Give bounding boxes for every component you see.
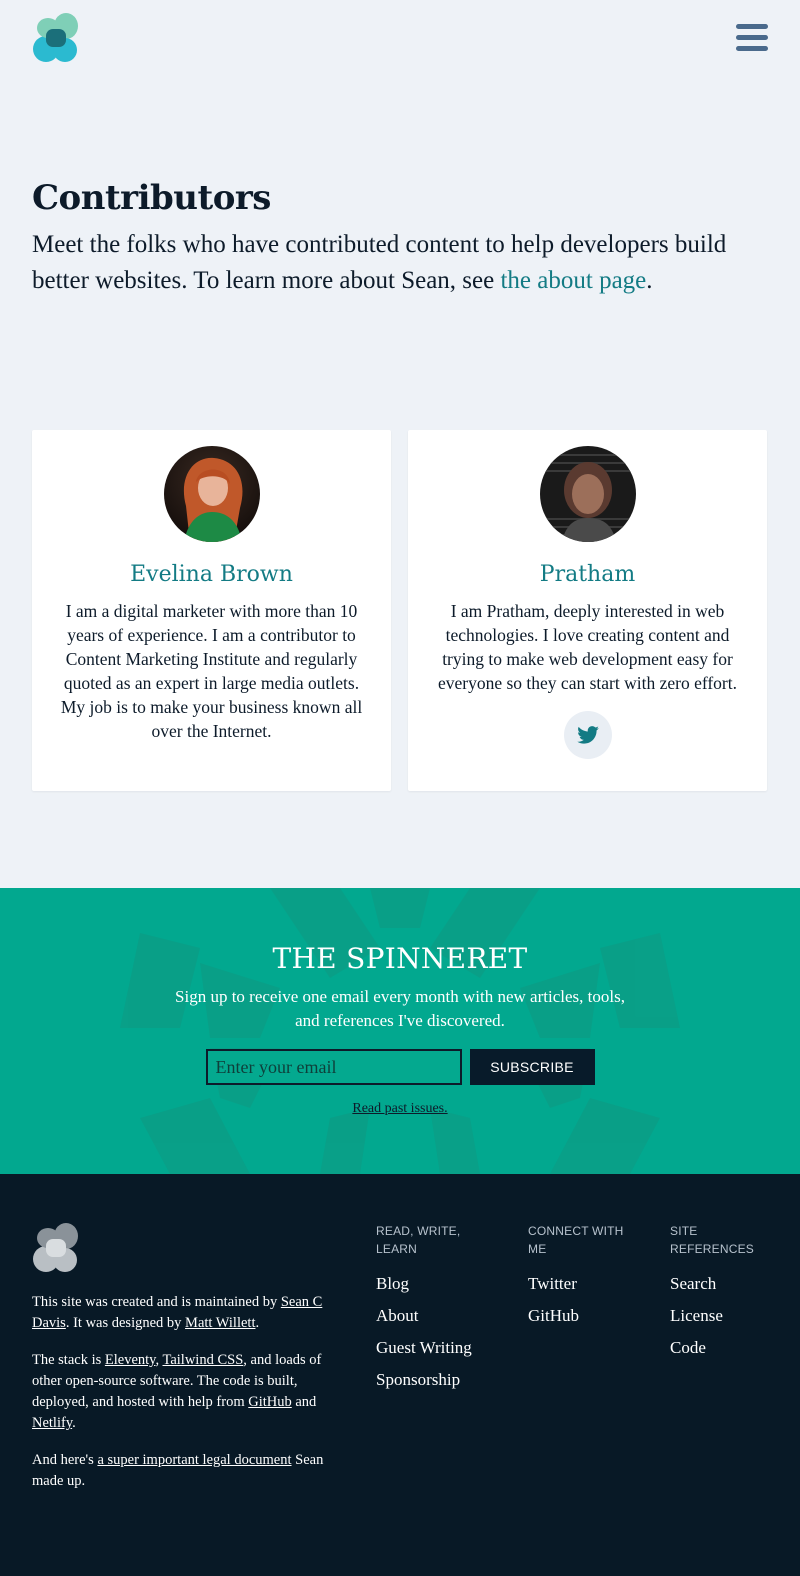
footer-link-about[interactable]: About — [376, 1306, 419, 1325]
intro-section: Contributors Meet the folks who have con… — [32, 178, 772, 299]
footer-text: , — [155, 1352, 163, 1368]
contributor-card: Pratham I am Pratham, deeply interested … — [408, 430, 767, 791]
twitter-icon[interactable] — [563, 711, 612, 759]
newsletter-description: Sign up to receive one email every month… — [175, 987, 625, 1030]
github-link[interactable]: GitHub — [248, 1394, 292, 1410]
intro-text: Meet the folks who have contributed cont… — [32, 227, 772, 299]
site-header — [0, 0, 800, 80]
contributor-name[interactable]: Pratham — [408, 562, 767, 587]
footer-stack: The stack is Eleventy, Tailwind CSS, and… — [32, 1350, 350, 1434]
avatar — [163, 446, 260, 542]
footer-link-sponsorship[interactable]: Sponsorship — [376, 1370, 460, 1389]
footer-link-github[interactable]: GitHub — [528, 1306, 579, 1325]
footer-column-heading: READ, WRITE, LEARN — [376, 1224, 461, 1256]
footer-link-guest-writing[interactable]: Guest Writing — [376, 1338, 472, 1357]
page-title: Contributors — [32, 178, 271, 218]
footer-credits: This site was created and is maintained … — [32, 1292, 350, 1334]
footer-link-code[interactable]: Code — [670, 1338, 706, 1357]
footer-link-license[interactable]: License — [670, 1306, 723, 1325]
footer-text: The stack is — [32, 1352, 105, 1368]
menu-bar — [736, 35, 768, 40]
legal-document-link[interactable]: a super important legal document — [97, 1452, 291, 1468]
contributor-bio: I am a digital marketer with more than 1… — [60, 601, 363, 741]
footer-link-blog[interactable]: Blog — [376, 1274, 409, 1293]
eleventy-link[interactable]: Eleventy — [105, 1352, 156, 1368]
subscribe-button[interactable]: SUBSCRIBE — [469, 1049, 595, 1085]
footer-column-connect: CONNECT WITH ME Twitter GitHub — [528, 1222, 638, 1332]
footer-column-site-references: SITE REFERENCES Search License Code — [670, 1222, 770, 1364]
contributor-name[interactable]: Evelina Brown — [32, 562, 391, 587]
footer-column-heading: SITE REFERENCES — [670, 1224, 755, 1256]
matt-willett-link[interactable]: Matt Willett — [185, 1315, 255, 1331]
avatar — [539, 446, 636, 542]
email-input[interactable] — [205, 1049, 462, 1085]
contributor-card: Evelina Brown I am a digital marketer wi… — [32, 430, 391, 791]
footer-text: . — [72, 1415, 76, 1431]
netlify-link[interactable]: Netlify — [32, 1415, 72, 1431]
footer-legal: And here's a super important legal docum… — [32, 1450, 350, 1492]
contributor-bio: I am Pratham, deeply interested in web t… — [437, 601, 737, 693]
footer-text: This site was created and is maintained … — [32, 1294, 281, 1310]
about-page-link[interactable]: the about page — [500, 267, 646, 294]
footer-link-twitter[interactable]: Twitter — [528, 1274, 577, 1293]
footer-link-search[interactable]: Search — [670, 1274, 716, 1293]
intro-text-end: . — [646, 266, 653, 294]
menu-bar — [736, 24, 768, 29]
footer-column-heading: CONNECT WITH ME — [528, 1224, 624, 1256]
footer-logo-icon[interactable] — [32, 1222, 80, 1274]
footer-text: . — [255, 1315, 260, 1331]
footer-text: . It was designed by — [65, 1315, 186, 1331]
newsletter-section: THE SPINNERET Sign up to receive one ema… — [0, 888, 800, 1174]
past-issues-link[interactable]: Read past issues. — [352, 1101, 447, 1117]
footer-column-read-write-learn: READ, WRITE, LEARN Blog About Guest Writ… — [376, 1222, 496, 1396]
footer-about: This site was created and is maintained … — [32, 1292, 350, 1508]
menu-bar — [736, 46, 768, 51]
site-footer: This site was created and is maintained … — [0, 1174, 800, 1576]
subscribe-form: SUBSCRIBE — [0, 1049, 800, 1085]
hamburger-menu-icon[interactable] — [736, 24, 768, 54]
newsletter-title: THE SPINNERET — [272, 942, 528, 975]
tailwind-link[interactable]: Tailwind CSS — [163, 1352, 244, 1368]
footer-text: And here's — [32, 1452, 98, 1468]
site-logo-icon[interactable] — [32, 12, 80, 64]
footer-text: and — [291, 1394, 317, 1410]
